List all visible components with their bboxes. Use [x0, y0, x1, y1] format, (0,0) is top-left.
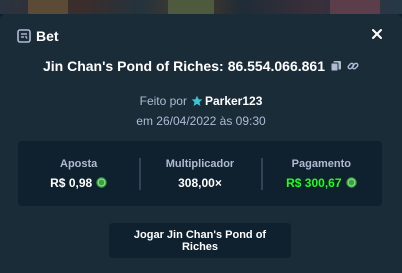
coin-icon [345, 177, 357, 188]
bet-amount: R$ 0,98 [50, 175, 93, 190]
stat-multiplier: Multiplicador 308,00× [139, 141, 260, 206]
close-icon[interactable] [370, 27, 384, 41]
game-thumbnail [28, 0, 68, 14]
bet-id: 86.554.066.861 [227, 58, 326, 74]
star-icon [191, 95, 203, 106]
payout-amount: R$ 300,67 [286, 175, 342, 190]
multiplier-value: 308,00× [178, 175, 222, 190]
bet-title-line: Jin Chan's Pond of Riches : 86.554.066.8… [0, 58, 402, 74]
copy-icon[interactable] [330, 60, 342, 72]
background-game-strip [0, 0, 402, 14]
stat-payout: Pagamento R$ 300,67 [260, 141, 382, 206]
username-link[interactable]: Parker123 [205, 94, 262, 108]
bet-date: em 26/04/2022 às 09:30 [136, 114, 266, 128]
modal-title: Bet [36, 28, 59, 44]
title-separator: : [219, 58, 224, 74]
bet-stats-panel: Aposta R$ 0,98 Multiplicador 308,00× Pag… [18, 141, 382, 206]
bet-details-modal: Bet Jin Chan's Pond of Riches : 86.554.0… [0, 14, 402, 273]
play-game-button[interactable]: Jogar Jin Chan's Pond of Riches [109, 223, 291, 258]
made-by-prefix: Feito por [139, 94, 187, 108]
stat-label: Aposta [60, 157, 98, 170]
game-thumbnail [168, 0, 214, 14]
modal-header: Bet [17, 28, 59, 44]
stat-value: 308,00× [178, 176, 222, 190]
coin-icon [96, 177, 107, 188]
made-by-line: Feito por Parker123 [0, 94, 402, 108]
stat-label: Multiplicador [165, 157, 235, 170]
stat-value: R$ 0,98 [50, 176, 107, 190]
stat-label: Pagamento [291, 157, 351, 170]
stat-bet: Aposta R$ 0,98 [18, 141, 139, 206]
link-icon[interactable] [347, 60, 359, 72]
game-thumbnail [330, 0, 380, 14]
game-name: Jin Chan's Pond of Riches [42, 58, 220, 74]
stat-value: R$ 300,67 [286, 175, 357, 190]
bet-slip-icon [17, 29, 31, 43]
